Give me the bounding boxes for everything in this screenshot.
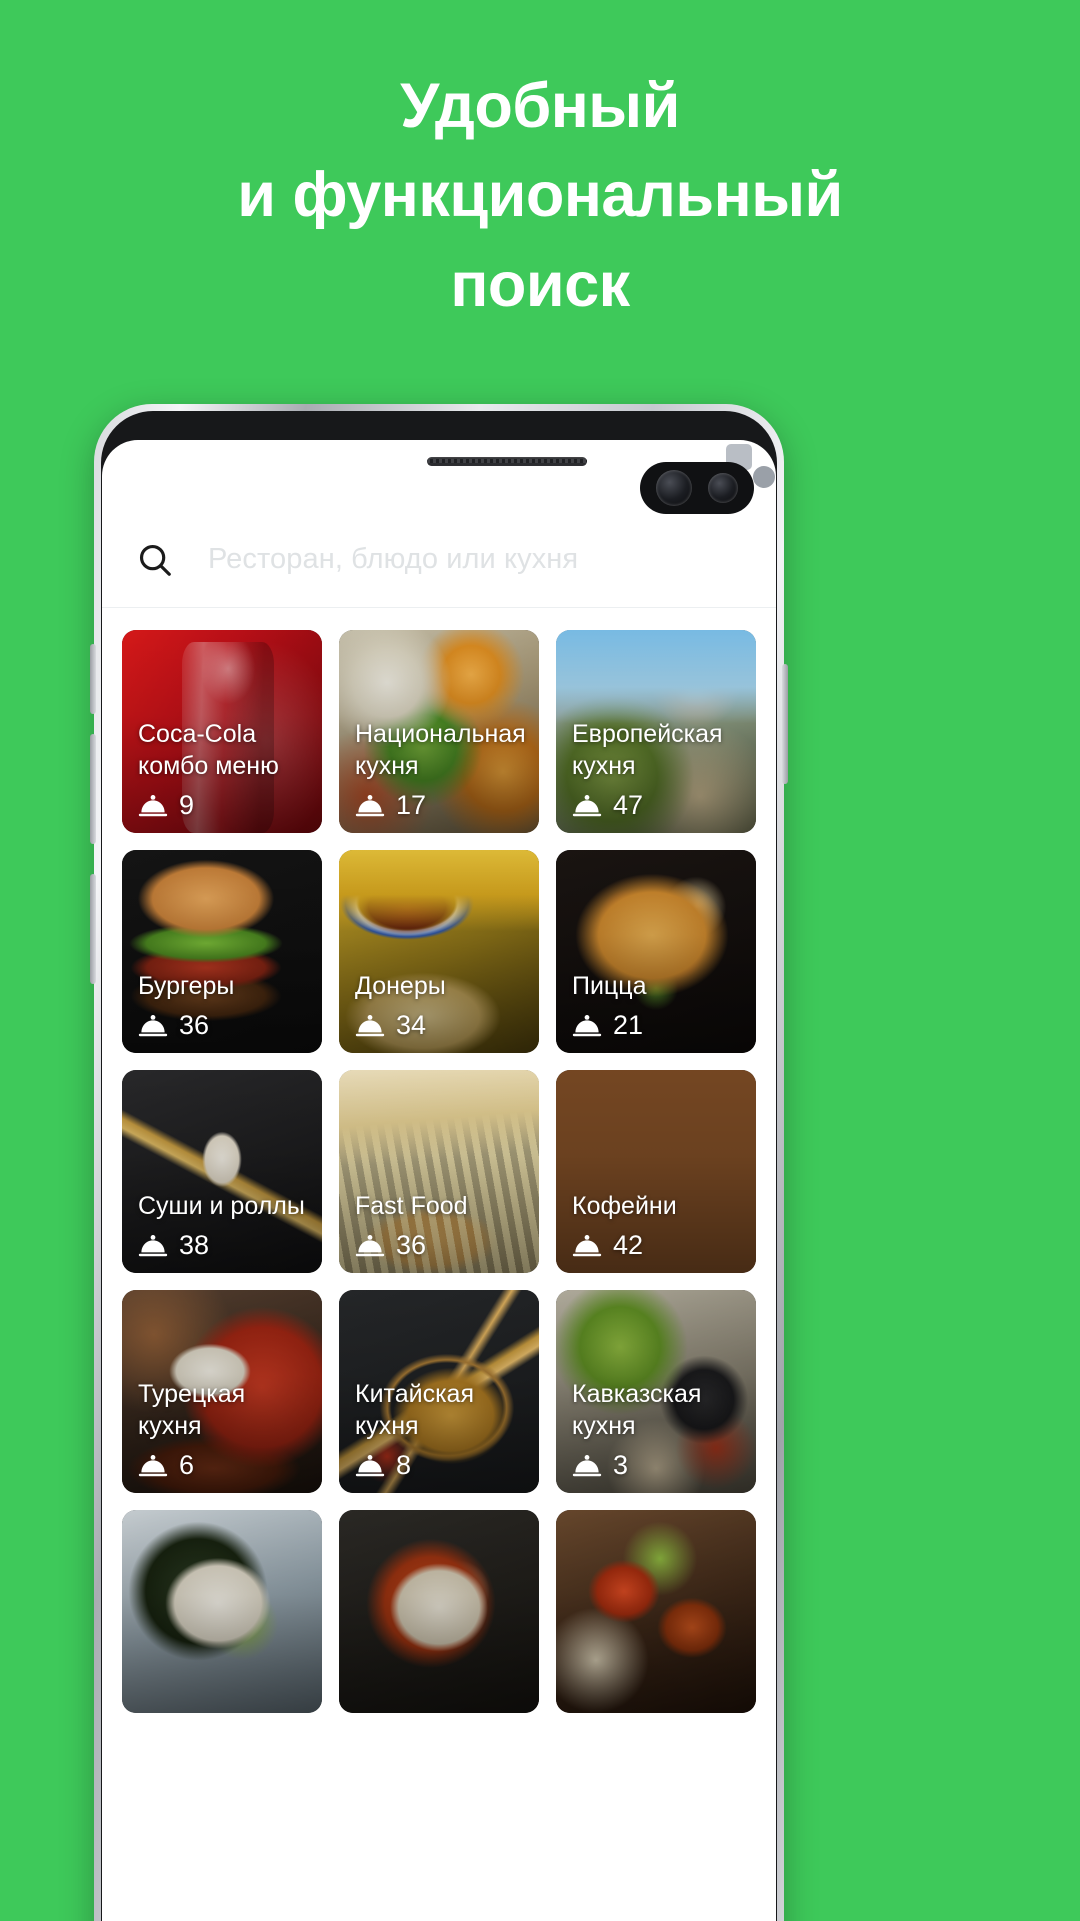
category-card-title: Кавказская кухня	[572, 1380, 702, 1440]
category-card[interactable]: Coca-Cola комбо меню 9	[122, 630, 322, 833]
category-card-body: Турецкая кухня 6	[138, 1378, 312, 1481]
category-card-title: Бургеры	[138, 972, 235, 1000]
category-card[interactable]: Fast Food 36	[339, 1070, 539, 1273]
category-card-overlay	[556, 1510, 756, 1713]
cloche-icon	[355, 1234, 385, 1256]
cloche-icon	[572, 794, 602, 816]
category-card-count-value: 36	[179, 1010, 210, 1040]
category-card-count-value: 6	[179, 1450, 195, 1480]
category-card-count: 42	[572, 1230, 746, 1261]
cloche-icon	[355, 794, 385, 816]
category-card[interactable]: Китайская кухня 8	[339, 1290, 539, 1493]
cloche-icon	[138, 1014, 168, 1036]
category-card-body: Кофейни 42	[572, 1190, 746, 1261]
earpiece-speaker	[427, 457, 587, 466]
category-card-count: 36	[138, 1010, 312, 1041]
phone-button-volume-up	[90, 734, 96, 844]
cloche-icon	[572, 1234, 602, 1256]
cloche-icon	[355, 1014, 385, 1036]
category-card-body: Fast Food 36	[355, 1190, 529, 1261]
category-card-count-value: 36	[396, 1230, 427, 1260]
category-card-body: Суши и роллы 38	[138, 1190, 312, 1261]
category-card-title: Донеры	[355, 972, 446, 1000]
category-card-count: 34	[355, 1010, 529, 1041]
category-card-body: Китайская кухня 8	[355, 1378, 529, 1481]
category-card-body: Coca-Cola комбо меню 9	[138, 718, 312, 821]
category-card[interactable]: Европейская кухня 47	[556, 630, 756, 833]
cloche-icon	[572, 1454, 602, 1476]
camera-lens-icon	[656, 470, 692, 506]
category-card-count-value: 9	[179, 790, 195, 820]
category-card[interactable]: Кофейни 42	[556, 1070, 756, 1273]
category-card-count-value: 3	[613, 1450, 629, 1480]
category-card-title: Суши и роллы	[138, 1192, 305, 1220]
category-card-count-value: 47	[613, 790, 644, 820]
category-card-count: 6	[138, 1450, 312, 1481]
category-card-overlay	[339, 1510, 539, 1713]
category-card-body: Национальная кухня 17	[355, 718, 529, 821]
camera-lens-secondary-icon	[708, 473, 738, 503]
category-card[interactable]: Турецкая кухня 6	[122, 1290, 322, 1493]
category-card-title: Европейская кухня	[572, 720, 723, 780]
category-card-count-value: 42	[613, 1230, 644, 1260]
category-card-title: Fast Food	[355, 1192, 468, 1220]
category-card-body: Донеры 34	[355, 970, 529, 1041]
category-card[interactable]	[122, 1510, 322, 1713]
category-card-count: 38	[138, 1230, 312, 1261]
category-card[interactable]: Донеры 34	[339, 850, 539, 1053]
cloche-icon	[572, 1014, 602, 1036]
page-title: Удобный и функциональный поиск	[237, 71, 843, 320]
phone-button-power	[782, 664, 788, 784]
category-card[interactable]: Кавказская кухня 3	[556, 1290, 756, 1493]
phone-screen: Ресторан, блюдо или кухня Coca-Cola комб…	[102, 440, 776, 1921]
category-card-count: 36	[355, 1230, 529, 1261]
category-card-count: 3	[572, 1450, 746, 1481]
category-card-count-value: 38	[179, 1230, 210, 1260]
search-bar[interactable]: Ресторан, блюдо или кухня	[102, 512, 776, 608]
category-card-count: 21	[572, 1010, 746, 1041]
phone-button-volume-down	[90, 874, 96, 984]
category-card[interactable]	[339, 1510, 539, 1713]
category-card-title: Кофейни	[572, 1192, 677, 1220]
cloche-icon	[138, 1454, 168, 1476]
category-card-count: 47	[572, 790, 746, 821]
search-input[interactable]: Ресторан, блюдо или кухня	[208, 543, 578, 576]
cloche-icon	[355, 1454, 385, 1476]
front-camera-cutout	[640, 462, 754, 514]
category-card[interactable]: Суши и роллы 38	[122, 1070, 322, 1273]
category-card-count-value: 8	[396, 1450, 412, 1480]
category-card[interactable]: Национальная кухня 17	[339, 630, 539, 833]
category-card-title: Пицца	[572, 972, 647, 1000]
category-card-title: Китайская кухня	[355, 1380, 474, 1440]
category-card-title: Национальная кухня	[355, 720, 526, 780]
light-sensor-icon	[753, 466, 775, 488]
category-card-title: Турецкая кухня	[138, 1380, 246, 1440]
category-card-overlay	[122, 1510, 322, 1713]
search-icon	[139, 544, 171, 576]
cloche-icon	[138, 1234, 168, 1256]
category-card[interactable]	[556, 1510, 756, 1713]
category-card[interactable]: Пицца 21	[556, 850, 756, 1053]
phone-mockup: Ресторан, блюдо или кухня Coca-Cola комб…	[90, 404, 788, 1921]
category-card-count-value: 17	[396, 790, 427, 820]
category-card-body: Кавказская кухня 3	[572, 1378, 746, 1481]
category-card[interactable]: Бургеры 36	[122, 850, 322, 1053]
phone-button-bixby	[90, 644, 96, 714]
category-grid: Coca-Cola комбо меню 9 Национальная кухня 1…	[102, 612, 776, 1921]
category-card-count: 9	[138, 790, 312, 821]
category-card-body: Европейская кухня 47	[572, 718, 746, 821]
category-card-count: 8	[355, 1450, 529, 1481]
cloche-icon	[138, 794, 168, 816]
category-card-body: Пицца 21	[572, 970, 746, 1041]
category-card-body: Бургеры 36	[138, 970, 312, 1041]
category-card-count-value: 34	[396, 1010, 427, 1040]
category-card-title: Coca-Cola комбо меню	[138, 720, 279, 780]
category-card-count: 17	[355, 790, 529, 821]
category-card-count-value: 21	[613, 1010, 644, 1040]
